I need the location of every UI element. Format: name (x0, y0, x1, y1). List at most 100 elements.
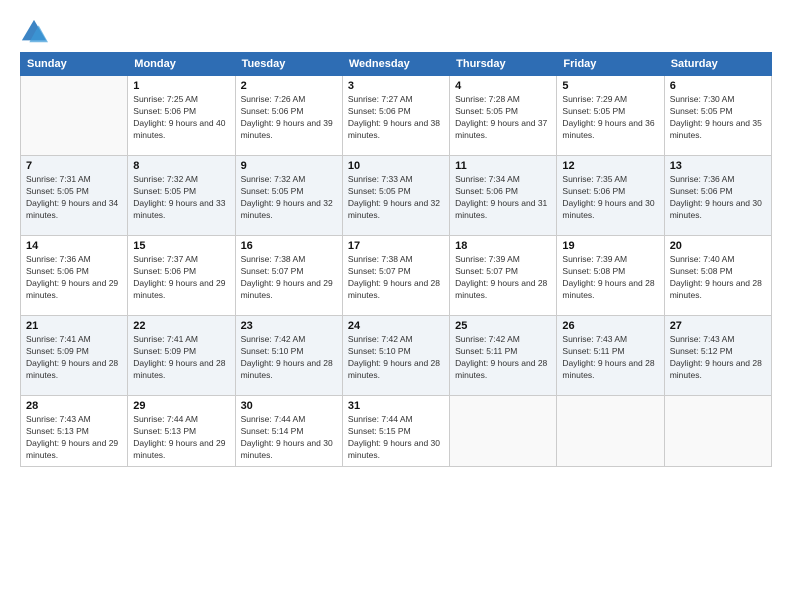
day-number: 3 (348, 80, 444, 92)
calendar-cell: 28 Sunrise: 7:43 AM Sunset: 5:13 PM Dayl… (21, 396, 128, 467)
calendar-cell: 13 Sunrise: 7:36 AM Sunset: 5:06 PM Dayl… (664, 156, 771, 236)
weekday-header: Saturday (664, 53, 771, 76)
calendar-cell: 25 Sunrise: 7:42 AM Sunset: 5:11 PM Dayl… (450, 316, 557, 396)
calendar-cell: 6 Sunrise: 7:30 AM Sunset: 5:05 PM Dayli… (664, 76, 771, 156)
day-info: Sunrise: 7:36 AM Sunset: 5:06 PM Dayligh… (26, 254, 122, 302)
calendar-cell: 17 Sunrise: 7:38 AM Sunset: 5:07 PM Dayl… (342, 236, 449, 316)
day-number: 18 (455, 240, 551, 252)
day-number: 21 (26, 320, 122, 332)
calendar-table: SundayMondayTuesdayWednesdayThursdayFrid… (20, 52, 772, 467)
day-number: 24 (348, 320, 444, 332)
calendar-cell: 21 Sunrise: 7:41 AM Sunset: 5:09 PM Dayl… (21, 316, 128, 396)
day-info: Sunrise: 7:32 AM Sunset: 5:05 PM Dayligh… (133, 174, 229, 222)
calendar-cell (450, 396, 557, 467)
header (20, 18, 772, 46)
day-number: 27 (670, 320, 766, 332)
day-info: Sunrise: 7:42 AM Sunset: 5:11 PM Dayligh… (455, 334, 551, 382)
calendar-cell: 23 Sunrise: 7:42 AM Sunset: 5:10 PM Dayl… (235, 316, 342, 396)
weekday-header: Thursday (450, 53, 557, 76)
calendar-cell: 8 Sunrise: 7:32 AM Sunset: 5:05 PM Dayli… (128, 156, 235, 236)
day-info: Sunrise: 7:29 AM Sunset: 5:05 PM Dayligh… (562, 94, 658, 142)
weekday-header: Monday (128, 53, 235, 76)
day-number: 1 (133, 80, 229, 92)
day-info: Sunrise: 7:25 AM Sunset: 5:06 PM Dayligh… (133, 94, 229, 142)
day-info: Sunrise: 7:41 AM Sunset: 5:09 PM Dayligh… (133, 334, 229, 382)
calendar-cell: 22 Sunrise: 7:41 AM Sunset: 5:09 PM Dayl… (128, 316, 235, 396)
calendar-cell (557, 396, 664, 467)
day-number: 10 (348, 160, 444, 172)
day-number: 23 (241, 320, 337, 332)
calendar-cell: 29 Sunrise: 7:44 AM Sunset: 5:13 PM Dayl… (128, 396, 235, 467)
calendar-cell: 1 Sunrise: 7:25 AM Sunset: 5:06 PM Dayli… (128, 76, 235, 156)
calendar-cell: 11 Sunrise: 7:34 AM Sunset: 5:06 PM Dayl… (450, 156, 557, 236)
calendar-cell: 16 Sunrise: 7:38 AM Sunset: 5:07 PM Dayl… (235, 236, 342, 316)
day-info: Sunrise: 7:42 AM Sunset: 5:10 PM Dayligh… (348, 334, 444, 382)
weekday-header: Wednesday (342, 53, 449, 76)
day-info: Sunrise: 7:36 AM Sunset: 5:06 PM Dayligh… (670, 174, 766, 222)
calendar-cell: 14 Sunrise: 7:36 AM Sunset: 5:06 PM Dayl… (21, 236, 128, 316)
day-info: Sunrise: 7:44 AM Sunset: 5:13 PM Dayligh… (133, 414, 229, 462)
calendar-cell: 9 Sunrise: 7:32 AM Sunset: 5:05 PM Dayli… (235, 156, 342, 236)
day-info: Sunrise: 7:39 AM Sunset: 5:07 PM Dayligh… (455, 254, 551, 302)
day-number: 6 (670, 80, 766, 92)
day-number: 30 (241, 400, 337, 412)
calendar-cell: 27 Sunrise: 7:43 AM Sunset: 5:12 PM Dayl… (664, 316, 771, 396)
day-info: Sunrise: 7:32 AM Sunset: 5:05 PM Dayligh… (241, 174, 337, 222)
weekday-header: Friday (557, 53, 664, 76)
day-info: Sunrise: 7:27 AM Sunset: 5:06 PM Dayligh… (348, 94, 444, 142)
day-info: Sunrise: 7:42 AM Sunset: 5:10 PM Dayligh… (241, 334, 337, 382)
day-info: Sunrise: 7:40 AM Sunset: 5:08 PM Dayligh… (670, 254, 766, 302)
day-info: Sunrise: 7:43 AM Sunset: 5:12 PM Dayligh… (670, 334, 766, 382)
calendar-cell: 24 Sunrise: 7:42 AM Sunset: 5:10 PM Dayl… (342, 316, 449, 396)
day-info: Sunrise: 7:33 AM Sunset: 5:05 PM Dayligh… (348, 174, 444, 222)
day-number: 13 (670, 160, 766, 172)
day-number: 17 (348, 240, 444, 252)
day-number: 28 (26, 400, 122, 412)
day-number: 2 (241, 80, 337, 92)
day-number: 9 (241, 160, 337, 172)
calendar-cell: 20 Sunrise: 7:40 AM Sunset: 5:08 PM Dayl… (664, 236, 771, 316)
day-info: Sunrise: 7:35 AM Sunset: 5:06 PM Dayligh… (562, 174, 658, 222)
day-number: 4 (455, 80, 551, 92)
calendar-cell: 7 Sunrise: 7:31 AM Sunset: 5:05 PM Dayli… (21, 156, 128, 236)
day-info: Sunrise: 7:28 AM Sunset: 5:05 PM Dayligh… (455, 94, 551, 142)
calendar-cell: 4 Sunrise: 7:28 AM Sunset: 5:05 PM Dayli… (450, 76, 557, 156)
calendar-cell: 12 Sunrise: 7:35 AM Sunset: 5:06 PM Dayl… (557, 156, 664, 236)
calendar-cell: 26 Sunrise: 7:43 AM Sunset: 5:11 PM Dayl… (557, 316, 664, 396)
calendar-cell: 15 Sunrise: 7:37 AM Sunset: 5:06 PM Dayl… (128, 236, 235, 316)
day-info: Sunrise: 7:41 AM Sunset: 5:09 PM Dayligh… (26, 334, 122, 382)
day-info: Sunrise: 7:30 AM Sunset: 5:05 PM Dayligh… (670, 94, 766, 142)
day-number: 16 (241, 240, 337, 252)
day-number: 7 (26, 160, 122, 172)
day-info: Sunrise: 7:31 AM Sunset: 5:05 PM Dayligh… (26, 174, 122, 222)
day-info: Sunrise: 7:38 AM Sunset: 5:07 PM Dayligh… (241, 254, 337, 302)
day-info: Sunrise: 7:44 AM Sunset: 5:15 PM Dayligh… (348, 414, 444, 462)
logo (20, 18, 52, 46)
calendar-cell (664, 396, 771, 467)
day-number: 8 (133, 160, 229, 172)
day-info: Sunrise: 7:38 AM Sunset: 5:07 PM Dayligh… (348, 254, 444, 302)
day-number: 25 (455, 320, 551, 332)
calendar-cell: 18 Sunrise: 7:39 AM Sunset: 5:07 PM Dayl… (450, 236, 557, 316)
day-number: 22 (133, 320, 229, 332)
weekday-header: Sunday (21, 53, 128, 76)
day-number: 19 (562, 240, 658, 252)
calendar-cell: 2 Sunrise: 7:26 AM Sunset: 5:06 PM Dayli… (235, 76, 342, 156)
calendar-cell: 5 Sunrise: 7:29 AM Sunset: 5:05 PM Dayli… (557, 76, 664, 156)
day-number: 11 (455, 160, 551, 172)
day-number: 14 (26, 240, 122, 252)
calendar-cell: 3 Sunrise: 7:27 AM Sunset: 5:06 PM Dayli… (342, 76, 449, 156)
day-info: Sunrise: 7:43 AM Sunset: 5:11 PM Dayligh… (562, 334, 658, 382)
weekday-header: Tuesday (235, 53, 342, 76)
day-number: 15 (133, 240, 229, 252)
calendar-cell (21, 76, 128, 156)
day-info: Sunrise: 7:26 AM Sunset: 5:06 PM Dayligh… (241, 94, 337, 142)
day-info: Sunrise: 7:34 AM Sunset: 5:06 PM Dayligh… (455, 174, 551, 222)
day-number: 29 (133, 400, 229, 412)
day-info: Sunrise: 7:43 AM Sunset: 5:13 PM Dayligh… (26, 414, 122, 462)
logo-icon (20, 18, 48, 46)
calendar-cell: 19 Sunrise: 7:39 AM Sunset: 5:08 PM Dayl… (557, 236, 664, 316)
day-info: Sunrise: 7:44 AM Sunset: 5:14 PM Dayligh… (241, 414, 337, 462)
day-number: 5 (562, 80, 658, 92)
day-number: 31 (348, 400, 444, 412)
